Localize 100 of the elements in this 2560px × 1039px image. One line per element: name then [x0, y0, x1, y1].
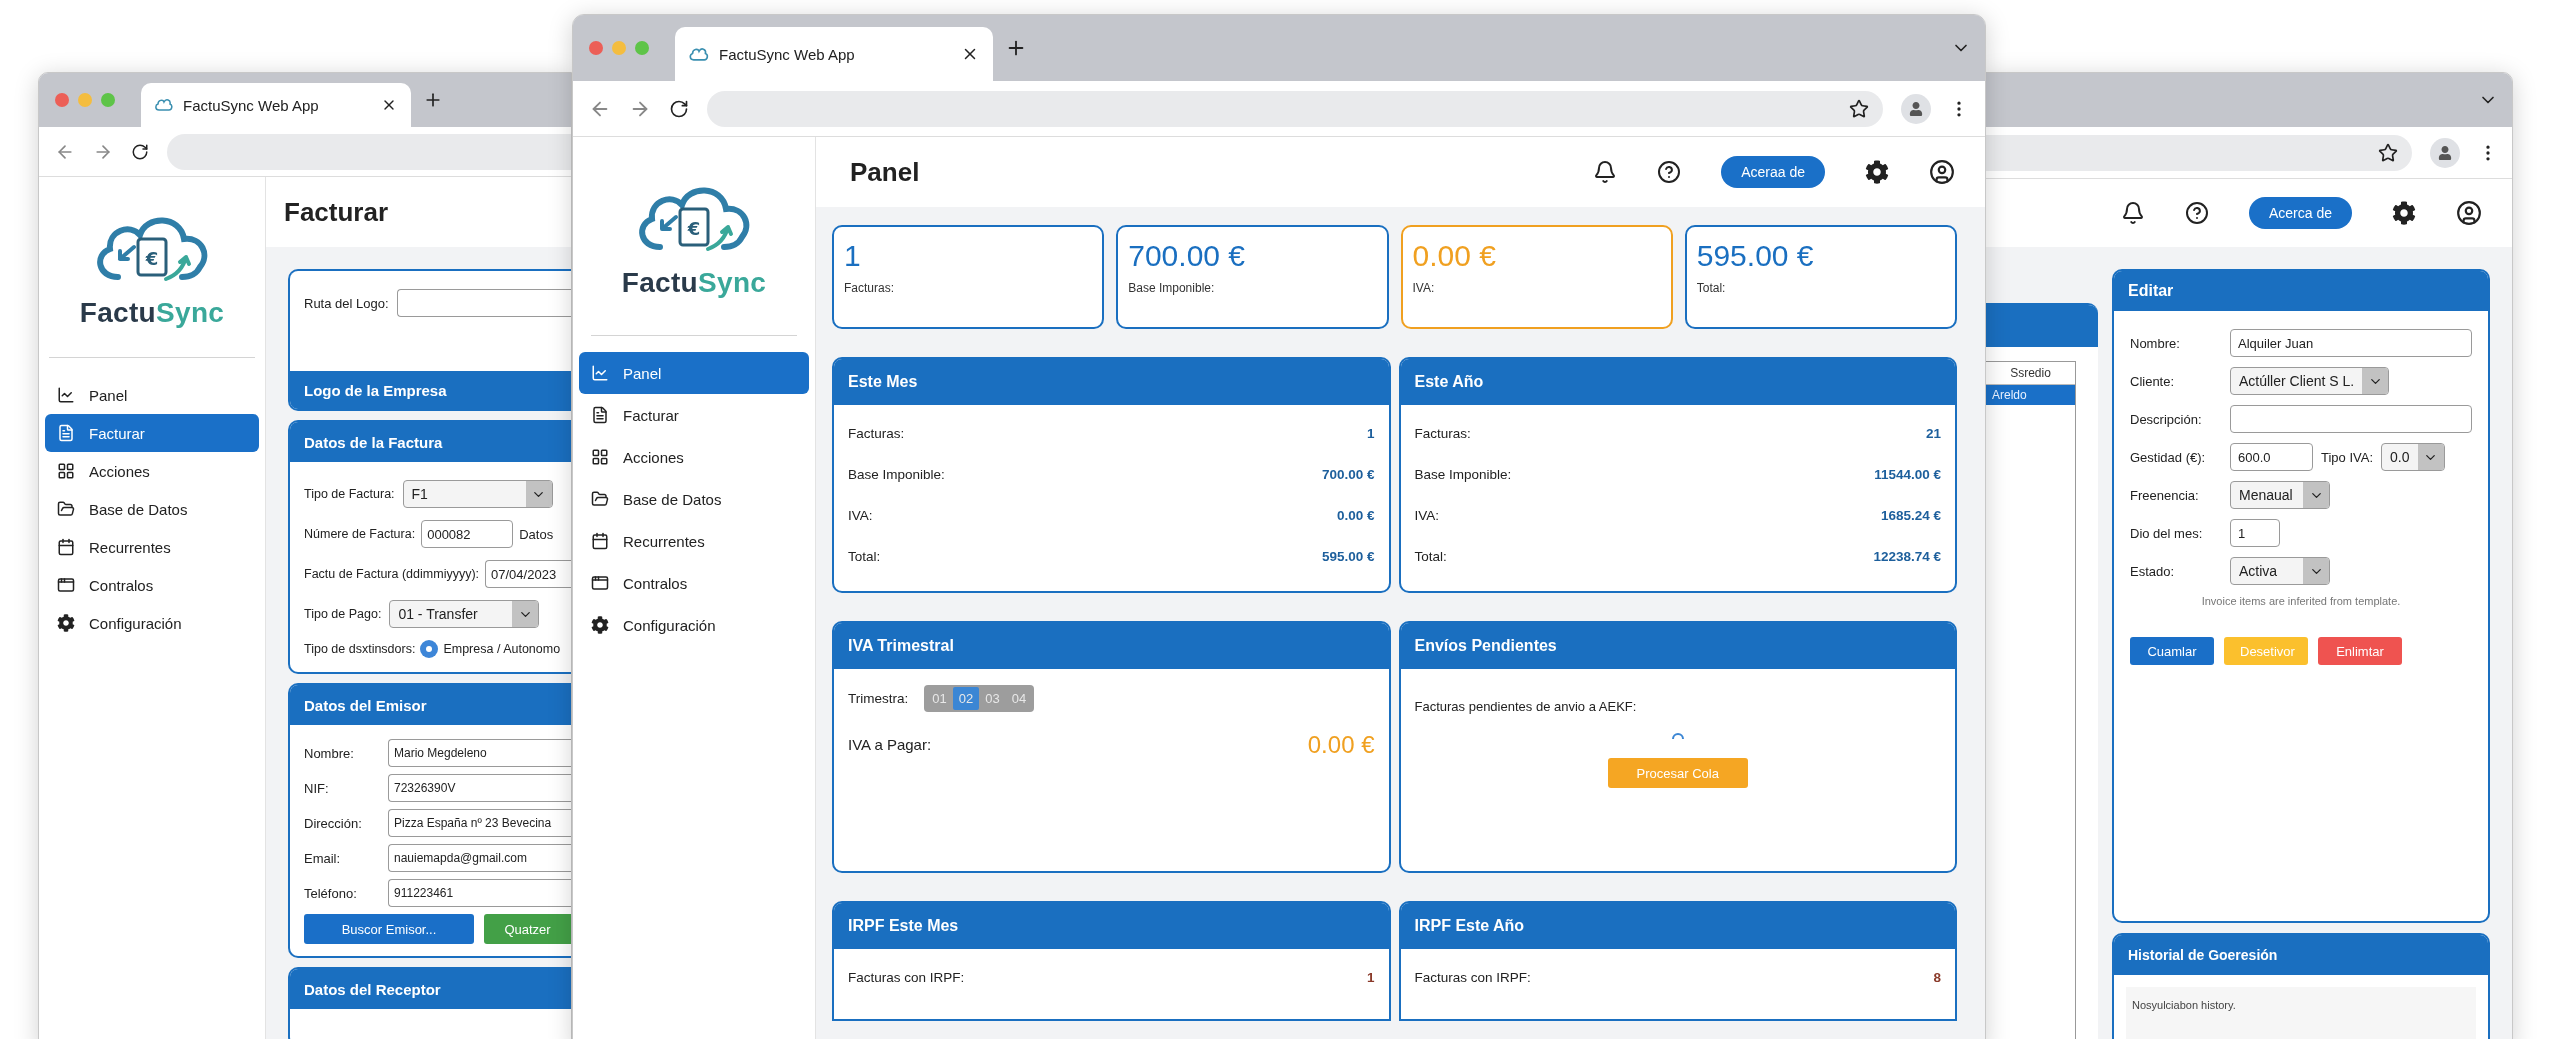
browser-tab[interactable]: FactuSync Web App	[141, 83, 411, 127]
action-button[interactable]: Cuamlar	[2130, 637, 2214, 665]
field-label: Tipo de Pago:	[304, 607, 382, 621]
sidebar-item[interactable]: Facturar	[45, 414, 259, 452]
browser-tab[interactable]: FactuSync Web App	[675, 27, 993, 81]
input-field[interactable]	[396, 289, 571, 317]
sidebar-item[interactable]: Panel	[579, 352, 809, 394]
about-button[interactable]: Aceraa de	[1721, 156, 1825, 188]
loading-spinner-icon	[1671, 732, 1684, 740]
grid-icon	[591, 448, 609, 466]
card-title: IVA Trimestral	[834, 623, 1389, 669]
row-value: 1	[1367, 970, 1375, 985]
sidebar-item[interactable]: Base de Datos	[579, 478, 809, 520]
sidebar-item[interactable]: Acciones	[45, 452, 259, 490]
sidebar-item[interactable]: Recurrentes	[579, 520, 809, 562]
row-value: 1685.24 €	[1880, 508, 1941, 523]
field-label: Gestidad (€):	[2130, 449, 2207, 465]
reload-icon[interactable]	[131, 142, 149, 161]
star-icon[interactable]	[2378, 142, 2398, 163]
action-button[interactable]: Buscor Emisor...	[304, 914, 474, 944]
field-label: NIF:	[304, 780, 330, 796]
select-field[interactable]: F1	[402, 480, 553, 508]
row-label: Facturas:	[848, 426, 905, 441]
stat-value: 1	[844, 239, 862, 273]
row-label: Total:	[848, 549, 881, 564]
sidebar-item[interactable]: Base de Datos	[45, 490, 259, 528]
radio-label: Empresa / Autonomo	[443, 642, 561, 656]
card-footer: Logo de la Empresa	[290, 371, 571, 409]
row-label: Facturas con IRPF:	[848, 970, 965, 985]
sidebar-item[interactable]: Contralos	[45, 566, 259, 604]
field-label: Dirección:	[304, 815, 363, 831]
row-value: 12238.74 €	[1873, 549, 1941, 564]
bell-icon[interactable]	[1593, 160, 1618, 184]
document-icon	[591, 406, 609, 424]
input-field[interactable]: 000082	[421, 520, 514, 548]
row-value: 1	[1367, 426, 1375, 441]
input-field[interactable]: 72326390V	[388, 774, 571, 802]
card-title: Datos del Receptor	[290, 969, 571, 1009]
field-label: Datos	[519, 526, 554, 542]
sidebar-item[interactable]: Configuración	[579, 604, 809, 646]
chart-icon	[591, 364, 609, 382]
sidebar-item[interactable]: Acciones	[579, 436, 809, 478]
settings-icon[interactable]	[2392, 201, 2416, 225]
card-title: Este Mes	[834, 359, 1389, 405]
field-label: Estado:	[2130, 563, 2176, 579]
input-field[interactable]: 1	[2230, 519, 2280, 547]
input-field[interactable]: Mario Megdeleno	[388, 739, 571, 767]
radio-button[interactable]	[420, 640, 439, 658]
input-field[interactable]: Pizza España nº 23 Bevecina	[388, 809, 571, 837]
page-title: Panel	[850, 156, 921, 188]
calendar-icon	[591, 532, 609, 550]
select-field[interactable]: Menaual	[2230, 481, 2330, 509]
input-field[interactable]: Alquiler Juan	[2230, 329, 2472, 357]
row-value: 595.00 €	[1321, 549, 1375, 564]
about-button[interactable]: Acerca de	[2248, 197, 2352, 229]
history-text: Nosyulciabon history.	[2126, 987, 2476, 1039]
card-title: Datos de la Factura	[290, 422, 571, 462]
reload-icon[interactable]	[669, 98, 689, 119]
sidebar-item[interactable]: Configuración	[45, 604, 259, 642]
stat-label: Total:	[1696, 281, 1727, 295]
input-field[interactable]: 600.0	[2230, 443, 2313, 471]
cloud-icon	[689, 46, 709, 62]
sidebar-item[interactable]: Facturar	[579, 394, 809, 436]
grid-icon	[57, 462, 75, 480]
input-field[interactable]: 07/04/2023	[485, 560, 571, 588]
sidebar-item[interactable]: Panel	[45, 376, 259, 414]
select-field[interactable]: 01 - Transfer	[389, 600, 540, 628]
input-field[interactable]: 911223461	[388, 879, 571, 907]
profile-icon[interactable]	[1901, 93, 1931, 124]
row-value: 8	[1933, 970, 1941, 985]
sidebar-item[interactable]: Contralos	[579, 562, 809, 604]
user-icon[interactable]	[1929, 159, 1955, 185]
help-icon[interactable]	[1657, 160, 1682, 184]
input-field[interactable]	[2230, 405, 2472, 433]
tab-title: FactuSync Web App	[719, 45, 856, 63]
select-field[interactable]: Activa	[2230, 557, 2330, 585]
help-icon[interactable]	[2184, 201, 2209, 225]
settings-icon[interactable]	[1865, 160, 1889, 184]
star-icon[interactable]	[1849, 98, 1869, 119]
bell-icon[interactable]	[2120, 201, 2145, 225]
select-field[interactable]: 0.0	[2381, 443, 2445, 471]
input-field[interactable]: nauiemapda@gmail.com	[388, 844, 571, 872]
window-icon	[57, 576, 75, 594]
row-label: Base Imponible:	[848, 467, 945, 482]
calendar-icon	[57, 538, 75, 556]
stat-value: 0.00 €	[1412, 239, 1497, 273]
user-icon[interactable]	[2456, 200, 2482, 226]
select-field[interactable]: Actúller Client S L.	[2230, 367, 2390, 395]
sidebar-item[interactable]: Recurrentes	[45, 528, 259, 566]
field-label: Tipo IVA:	[2321, 449, 2374, 465]
field-label: Freenencia:	[2130, 487, 2200, 503]
tab-title: FactuSync Web App	[183, 96, 320, 114]
row-label: IVA:	[1414, 508, 1439, 523]
chart-icon	[57, 386, 75, 404]
field-label: Tipo de dsxtinsdors:	[304, 642, 416, 656]
card-title: IRPF Este Mes	[834, 903, 1389, 949]
profile-icon[interactable]	[2430, 137, 2460, 168]
row-label: Facturas:	[1414, 426, 1471, 441]
list-item[interactable]: Areldo	[1986, 385, 2075, 405]
row-value: 11544.00 €	[1874, 467, 1941, 482]
